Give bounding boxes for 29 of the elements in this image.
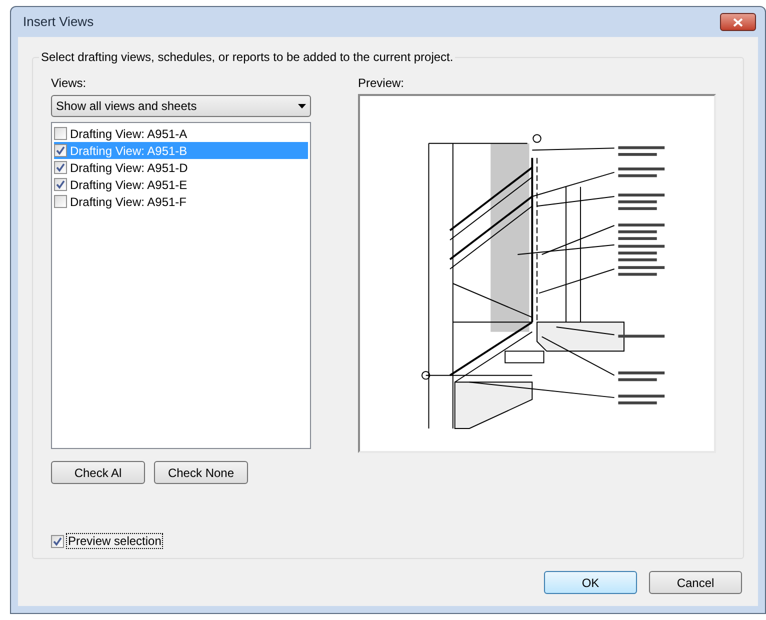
dialog-button[interactable]: Cancel xyxy=(649,571,742,594)
views-label: Views: xyxy=(51,76,88,91)
view-list-item[interactable]: Drafting View: A951-D xyxy=(54,159,308,176)
preview-label: Preview: xyxy=(358,76,406,91)
close-button[interactable] xyxy=(720,13,756,31)
view-name: Drafting View: A951-F xyxy=(70,194,187,210)
list-action-button[interactable]: Check Al xyxy=(51,461,145,484)
checkbox[interactable] xyxy=(54,195,67,208)
view-list-item[interactable]: Drafting View: A951-A xyxy=(54,125,308,142)
window-title: Insert Views xyxy=(23,13,94,32)
views-dropdown[interactable]: Show all views and sheets xyxy=(51,95,311,117)
view-name: Drafting View: A951-E xyxy=(70,176,188,194)
group-legend: Select drafting views, schedules, or reports to be added to the current project. xyxy=(39,50,456,65)
checkbox[interactable] xyxy=(54,178,67,191)
view-name: Drafting View: A951-B xyxy=(70,142,188,160)
checkbox[interactable] xyxy=(51,534,64,548)
checkbox[interactable] xyxy=(54,127,67,140)
dropdown-arrow-icon xyxy=(298,104,306,108)
view-name: Drafting View: A951-D xyxy=(70,160,188,176)
checkbox[interactable] xyxy=(54,161,67,174)
close-icon xyxy=(733,18,743,26)
view-name: Drafting View: A951-A xyxy=(70,126,188,142)
checkbox[interactable] xyxy=(54,144,67,157)
check-icon xyxy=(53,536,62,546)
view-list-item[interactable]: Drafting View: A951-F xyxy=(54,193,308,210)
preview-selection-label[interactable]: Preview selection xyxy=(66,533,164,549)
view-list-item[interactable]: Drafting View: A951-E xyxy=(54,176,308,193)
dialog-button[interactable]: OK xyxy=(544,571,637,594)
list-action-button[interactable]: Check None xyxy=(154,461,248,484)
